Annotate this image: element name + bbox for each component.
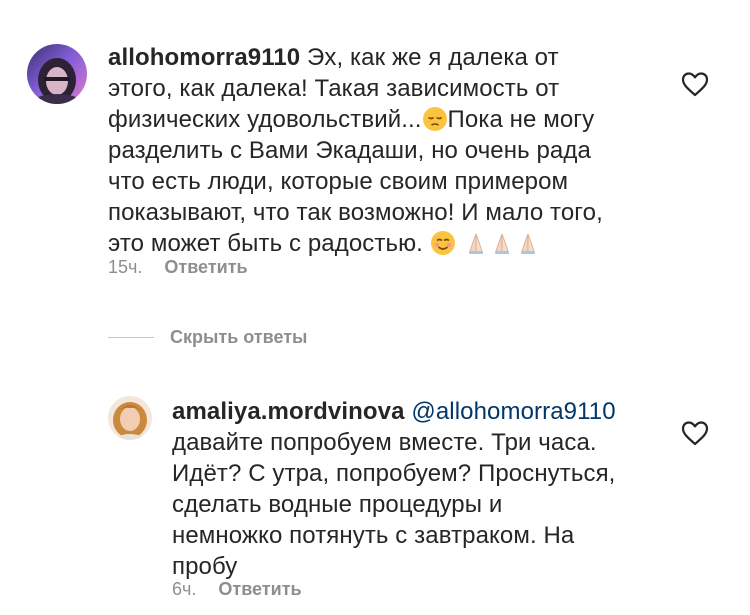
reply-text-line: давайте попробуем вместе. Три часа. <box>172 429 597 456</box>
reply-time: 6ч. <box>172 579 197 599</box>
comment-text-line: разделить с Вами Экадаши, но очень рада <box>108 137 591 164</box>
reply-body: amaliya.mordvinova @allohomorra9110 дава… <box>172 396 672 582</box>
avatar-allohomorra9110[interactable] <box>27 44 87 104</box>
reply-meta: 6ч. Ответить <box>172 579 302 600</box>
folded-hands-icon <box>494 233 509 254</box>
comment-text-line: показывают, что так возможно! И мало тог… <box>108 199 603 226</box>
comment-text-line: Эх, как же я далека от <box>307 44 559 71</box>
reply-mention-link[interactable]: @allohomorra9110 <box>411 398 615 425</box>
avatar-image <box>108 396 152 440</box>
smiling-face-icon <box>430 231 455 255</box>
comment-text-line: что есть люди, которые своим примером <box>108 168 569 195</box>
folded-hands-icon <box>520 233 535 254</box>
reply-text-line: сделать водные процедуры и <box>172 491 503 518</box>
hide-replies-toggle[interactable]: Скрыть ответы <box>108 326 307 348</box>
pensive-face-icon <box>422 107 447 131</box>
reply-text-line: пробу <box>172 553 238 580</box>
avatar-image <box>27 44 87 104</box>
comment-text-line: физических удовольствий... <box>108 106 422 133</box>
reply-button[interactable]: Ответить <box>164 257 247 277</box>
comment-username[interactable]: allohomorra9110 <box>108 44 300 71</box>
comment-text-line: Пока не могу <box>447 106 595 133</box>
comment-body: allohomorra9110 Эх, как же я далека от э… <box>108 42 668 259</box>
comment-text-line: этого, как далека! Такая зависимость от <box>108 75 560 102</box>
reply-text-line: Идёт? С утра, попробуем? Проснуться, <box>172 460 616 487</box>
comment-meta: 15ч. Ответить <box>108 257 248 278</box>
like-heart-icon[interactable] <box>681 420 709 446</box>
hide-replies-label[interactable]: Скрыть ответы <box>170 327 307 348</box>
like-heart-icon[interactable] <box>681 71 709 97</box>
folded-hands-icon <box>468 233 483 254</box>
comment-text-line: это может быть с радостью. <box>108 230 423 257</box>
avatar-amaliya-mordvinova[interactable] <box>108 396 152 440</box>
divider-line <box>108 336 154 338</box>
comment-time: 15ч. <box>108 257 143 277</box>
reply-button[interactable]: Ответить <box>218 579 301 599</box>
reply-username[interactable]: amaliya.mordvinova <box>172 398 405 425</box>
reply-text-line: немножко потянуть с завтраком. На <box>172 522 575 549</box>
